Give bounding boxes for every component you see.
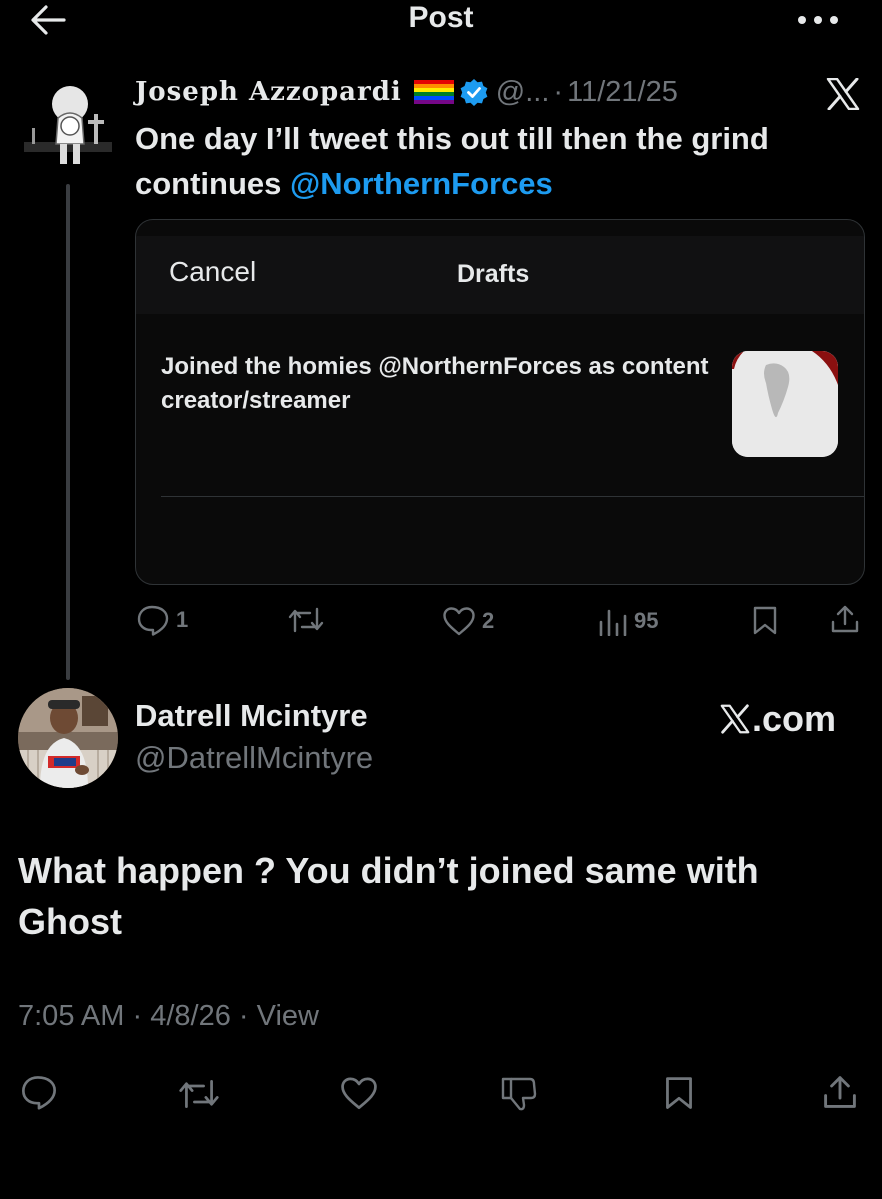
more-horizontal-icon [798, 16, 838, 24]
heart-icon [443, 607, 475, 636]
reply-author-avatar[interactable] [18, 688, 118, 788]
x-com-label: .com [720, 698, 836, 740]
reply-post-meta: 7:05 AM · 4/8/26 · View [18, 1000, 319, 1033]
repost-action[interactable] [288, 606, 324, 634]
bar-chart-icon [599, 609, 627, 636]
repost-action[interactable] [178, 1078, 220, 1110]
site-domain: .com [752, 698, 837, 739]
quoted-post-header: Joseph Azzopardi @... · 11/21/25 [135, 74, 678, 110]
draft-thumbnail [732, 351, 838, 457]
views-count: 95 [634, 608, 659, 633]
reply-post-text: What happen ? You didn’t joined same wit… [18, 850, 759, 942]
draft-divider [161, 496, 864, 497]
views-action[interactable]: 95 [598, 606, 658, 636]
verified-badge-icon [460, 79, 488, 106]
downvote-action[interactable] [500, 1074, 538, 1112]
share-action[interactable] [822, 1074, 858, 1110]
like-action[interactable]: 2 [442, 606, 494, 636]
share-icon [831, 605, 859, 633]
page-title: Post [408, 1, 474, 34]
share-icon [824, 1076, 856, 1108]
quoted-author-handle: @... [495, 75, 550, 108]
thread-line [66, 184, 70, 680]
repost-icon [288, 607, 324, 633]
post-time: 7:05 AM [18, 1000, 125, 1032]
cancel-button: Cancel [169, 256, 257, 287]
reply-action[interactable]: 1 [136, 604, 188, 636]
post-date: 4/8/26 [150, 1000, 231, 1032]
reply-icon [22, 1076, 56, 1110]
separator-dot: · [238, 1000, 249, 1032]
share-action[interactable] [830, 604, 860, 634]
reply-action[interactable] [20, 1074, 58, 1110]
x-logo-icon [826, 78, 860, 110]
bookmark-icon [753, 606, 777, 635]
repost-icon [179, 1080, 219, 1108]
reply-count: 1 [176, 607, 189, 632]
bookmark-action[interactable] [752, 605, 778, 635]
more-button[interactable] [796, 10, 840, 30]
separator-dot: · [132, 1000, 143, 1032]
reply-author-handle[interactable]: @DatrellMcintyre [135, 740, 373, 776]
view-link[interactable]: View [257, 1000, 319, 1032]
embedded-screenshot-card[interactable]: Cancel Drafts Joined the homies @Norther… [135, 219, 865, 585]
like-action[interactable] [339, 1076, 379, 1110]
quoted-post-date[interactable]: 11/21/25 [567, 76, 678, 109]
mention-link[interactable]: @NorthernForces [290, 166, 553, 201]
drafts-title: Drafts [457, 260, 530, 288]
drafts-header: Cancel Drafts [136, 236, 864, 314]
separator-dot: · [553, 75, 564, 108]
thumbs-down-icon [501, 1077, 537, 1111]
bookmark-icon [666, 1077, 692, 1109]
quoted-author-avatar[interactable] [18, 84, 118, 184]
x-logo-icon [720, 704, 750, 734]
like-count: 2 [482, 608, 495, 633]
draft-text: Joined the homies @NorthernForces as con… [161, 353, 709, 414]
rainbow-flag-icon [413, 80, 454, 104]
bookmark-action[interactable] [664, 1075, 694, 1110]
quoted-author-name[interactable]: Joseph Azzopardi [135, 77, 402, 107]
heart-icon [341, 1077, 377, 1110]
reply-author-name[interactable]: Datrell Mcintyre [135, 698, 368, 734]
reply-icon [137, 605, 169, 636]
quoted-post-text: One day I’ll tweet this out till then th… [135, 116, 865, 206]
